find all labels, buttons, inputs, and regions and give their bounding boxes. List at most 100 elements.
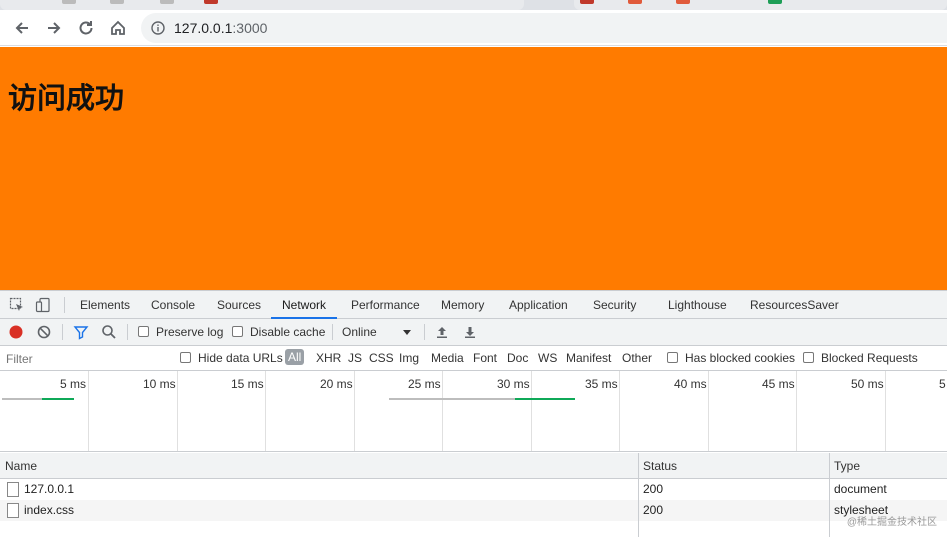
filter-type-css[interactable]: CSS bbox=[369, 351, 394, 365]
blocked-requests-checkbox[interactable] bbox=[803, 352, 814, 363]
disable-cache-label: Disable cache bbox=[250, 325, 326, 339]
timeline-label: 35 ms bbox=[585, 377, 618, 391]
throttling-select[interactable]: Online bbox=[342, 325, 377, 339]
forward-button[interactable] bbox=[42, 16, 66, 40]
timeline-divider bbox=[177, 371, 178, 451]
stylesheet-file-icon bbox=[7, 503, 19, 518]
preserve-log-checkbox[interactable] bbox=[138, 326, 149, 337]
tab-favicon-icon bbox=[110, 0, 124, 4]
record-icon[interactable] bbox=[8, 324, 24, 340]
request-download-bar bbox=[515, 398, 575, 400]
timeline-label: 15 ms bbox=[231, 377, 264, 391]
tab-security[interactable]: Security bbox=[593, 291, 636, 319]
watermark: @稀土掘金技术社区 bbox=[846, 517, 937, 528]
devtools-panel: Elements Console Sources Network Perform… bbox=[0, 290, 947, 537]
timeline-divider bbox=[88, 371, 89, 451]
request-name[interactable]: index.css bbox=[19, 500, 74, 521]
reload-button[interactable] bbox=[74, 16, 98, 40]
filter-type-img[interactable]: Img bbox=[399, 351, 419, 365]
back-button[interactable] bbox=[10, 16, 34, 40]
column-divider bbox=[829, 453, 830, 537]
chevron-down-icon bbox=[403, 330, 411, 335]
inspect-element-icon[interactable] bbox=[9, 297, 25, 313]
tab-memory[interactable]: Memory bbox=[441, 291, 484, 319]
filter-type-font[interactable]: Font bbox=[473, 351, 497, 365]
table-row[interactable]: index.css 200 stylesheet bbox=[0, 500, 947, 521]
timeline-divider bbox=[796, 371, 797, 451]
url-host: 127.0.0.1 bbox=[174, 20, 233, 36]
filter-icon[interactable] bbox=[73, 324, 89, 340]
table-row[interactable]: 127.0.0.1 200 document bbox=[0, 479, 947, 500]
device-toolbar-icon[interactable] bbox=[35, 297, 51, 313]
page-heading: 访问成功 bbox=[8, 81, 125, 115]
timeline-divider bbox=[885, 371, 886, 451]
timeline-divider bbox=[619, 371, 620, 451]
clear-icon[interactable] bbox=[36, 324, 52, 340]
tab-lighthouse[interactable]: Lighthouse bbox=[668, 291, 727, 319]
tab-favicon-icon bbox=[628, 0, 642, 4]
tab-favicon-icon bbox=[580, 0, 594, 4]
tab-console[interactable]: Console bbox=[151, 291, 195, 319]
export-har-icon[interactable] bbox=[462, 324, 478, 340]
tab-elements[interactable]: Elements bbox=[80, 291, 130, 319]
import-har-icon[interactable] bbox=[434, 324, 450, 340]
home-button[interactable] bbox=[106, 16, 130, 40]
column-name-header[interactable]: Name bbox=[0, 453, 639, 479]
column-status-header[interactable]: Status bbox=[638, 453, 830, 479]
tab-favicon-icon bbox=[62, 0, 76, 4]
has-blocked-cookies-checkbox[interactable] bbox=[667, 352, 678, 363]
browser-tab-strip bbox=[0, 0, 947, 10]
tab-application[interactable]: Application bbox=[509, 291, 568, 319]
request-waiting-bar bbox=[2, 398, 42, 400]
timeline-label: 5 bbox=[939, 377, 946, 391]
filter-type-manifest[interactable]: Manifest bbox=[566, 351, 611, 365]
search-icon[interactable] bbox=[101, 324, 117, 340]
filter-type-xhr[interactable]: XHR bbox=[316, 351, 341, 365]
column-type-header[interactable]: Type bbox=[829, 453, 947, 479]
tab-network[interactable]: Network bbox=[271, 291, 338, 319]
timeline-divider bbox=[708, 371, 709, 451]
tab-resourcessaver[interactable]: ResourcesSaver bbox=[750, 291, 839, 319]
filter-type-doc[interactable]: Doc bbox=[507, 351, 528, 365]
page-viewport: 访问成功 bbox=[0, 47, 947, 290]
hide-data-urls-checkbox[interactable] bbox=[180, 352, 191, 363]
network-filter-bar: Hide data URLs All XHR JS CSS Img Media … bbox=[0, 346, 947, 371]
hide-data-urls-label: Hide data URLs bbox=[198, 351, 283, 365]
tab-sources[interactable]: Sources bbox=[217, 291, 261, 319]
request-waiting-bar bbox=[389, 398, 515, 400]
info-icon[interactable] bbox=[151, 21, 165, 35]
column-divider bbox=[638, 453, 639, 537]
separator bbox=[424, 324, 425, 340]
filter-type-other[interactable]: Other bbox=[622, 351, 652, 365]
network-toolbar: Preserve log Disable cache Online bbox=[0, 319, 947, 346]
preserve-log-label: Preserve log bbox=[156, 325, 224, 339]
filter-type-js[interactable]: JS bbox=[348, 351, 362, 365]
timeline-label: 40 ms bbox=[674, 377, 707, 391]
tab-favicon-icon bbox=[160, 0, 174, 4]
arrow-left-icon bbox=[15, 22, 28, 34]
timeline-label: 10 ms bbox=[143, 377, 176, 391]
filter-type-ws[interactable]: WS bbox=[538, 351, 557, 365]
has-blocked-cookies-label: Has blocked cookies bbox=[685, 351, 796, 365]
tab-favicon-icon bbox=[768, 0, 782, 4]
timeline-divider bbox=[531, 371, 532, 451]
filter-input[interactable] bbox=[0, 348, 166, 369]
reload-icon bbox=[79, 21, 93, 35]
request-status: 200 bbox=[643, 503, 664, 517]
filter-type-media[interactable]: Media bbox=[431, 351, 464, 365]
separator bbox=[62, 324, 63, 340]
request-status: 200 bbox=[643, 482, 664, 496]
separator bbox=[332, 324, 333, 340]
timeline-label: 25 ms bbox=[408, 377, 441, 391]
disable-cache-checkbox[interactable] bbox=[232, 326, 243, 337]
address-bar[interactable]: 127.0.0.1:3000 bbox=[141, 13, 947, 43]
filter-type-all[interactable]: All bbox=[285, 349, 305, 365]
browser-tab[interactable] bbox=[0, 0, 524, 10]
request-name[interactable]: 127.0.0.1 bbox=[19, 479, 74, 500]
timeline-divider bbox=[265, 371, 266, 451]
url-port: :3000 bbox=[232, 20, 268, 36]
url-text: 127.0.0.1:3000 bbox=[174, 20, 267, 36]
network-overview-timeline[interactable]: 5 ms 10 ms 15 ms 20 ms 25 ms 30 ms 35 ms… bbox=[0, 371, 947, 452]
browser-toolbar: 127.0.0.1:3000 bbox=[0, 10, 947, 46]
tab-performance[interactable]: Performance bbox=[351, 291, 420, 319]
